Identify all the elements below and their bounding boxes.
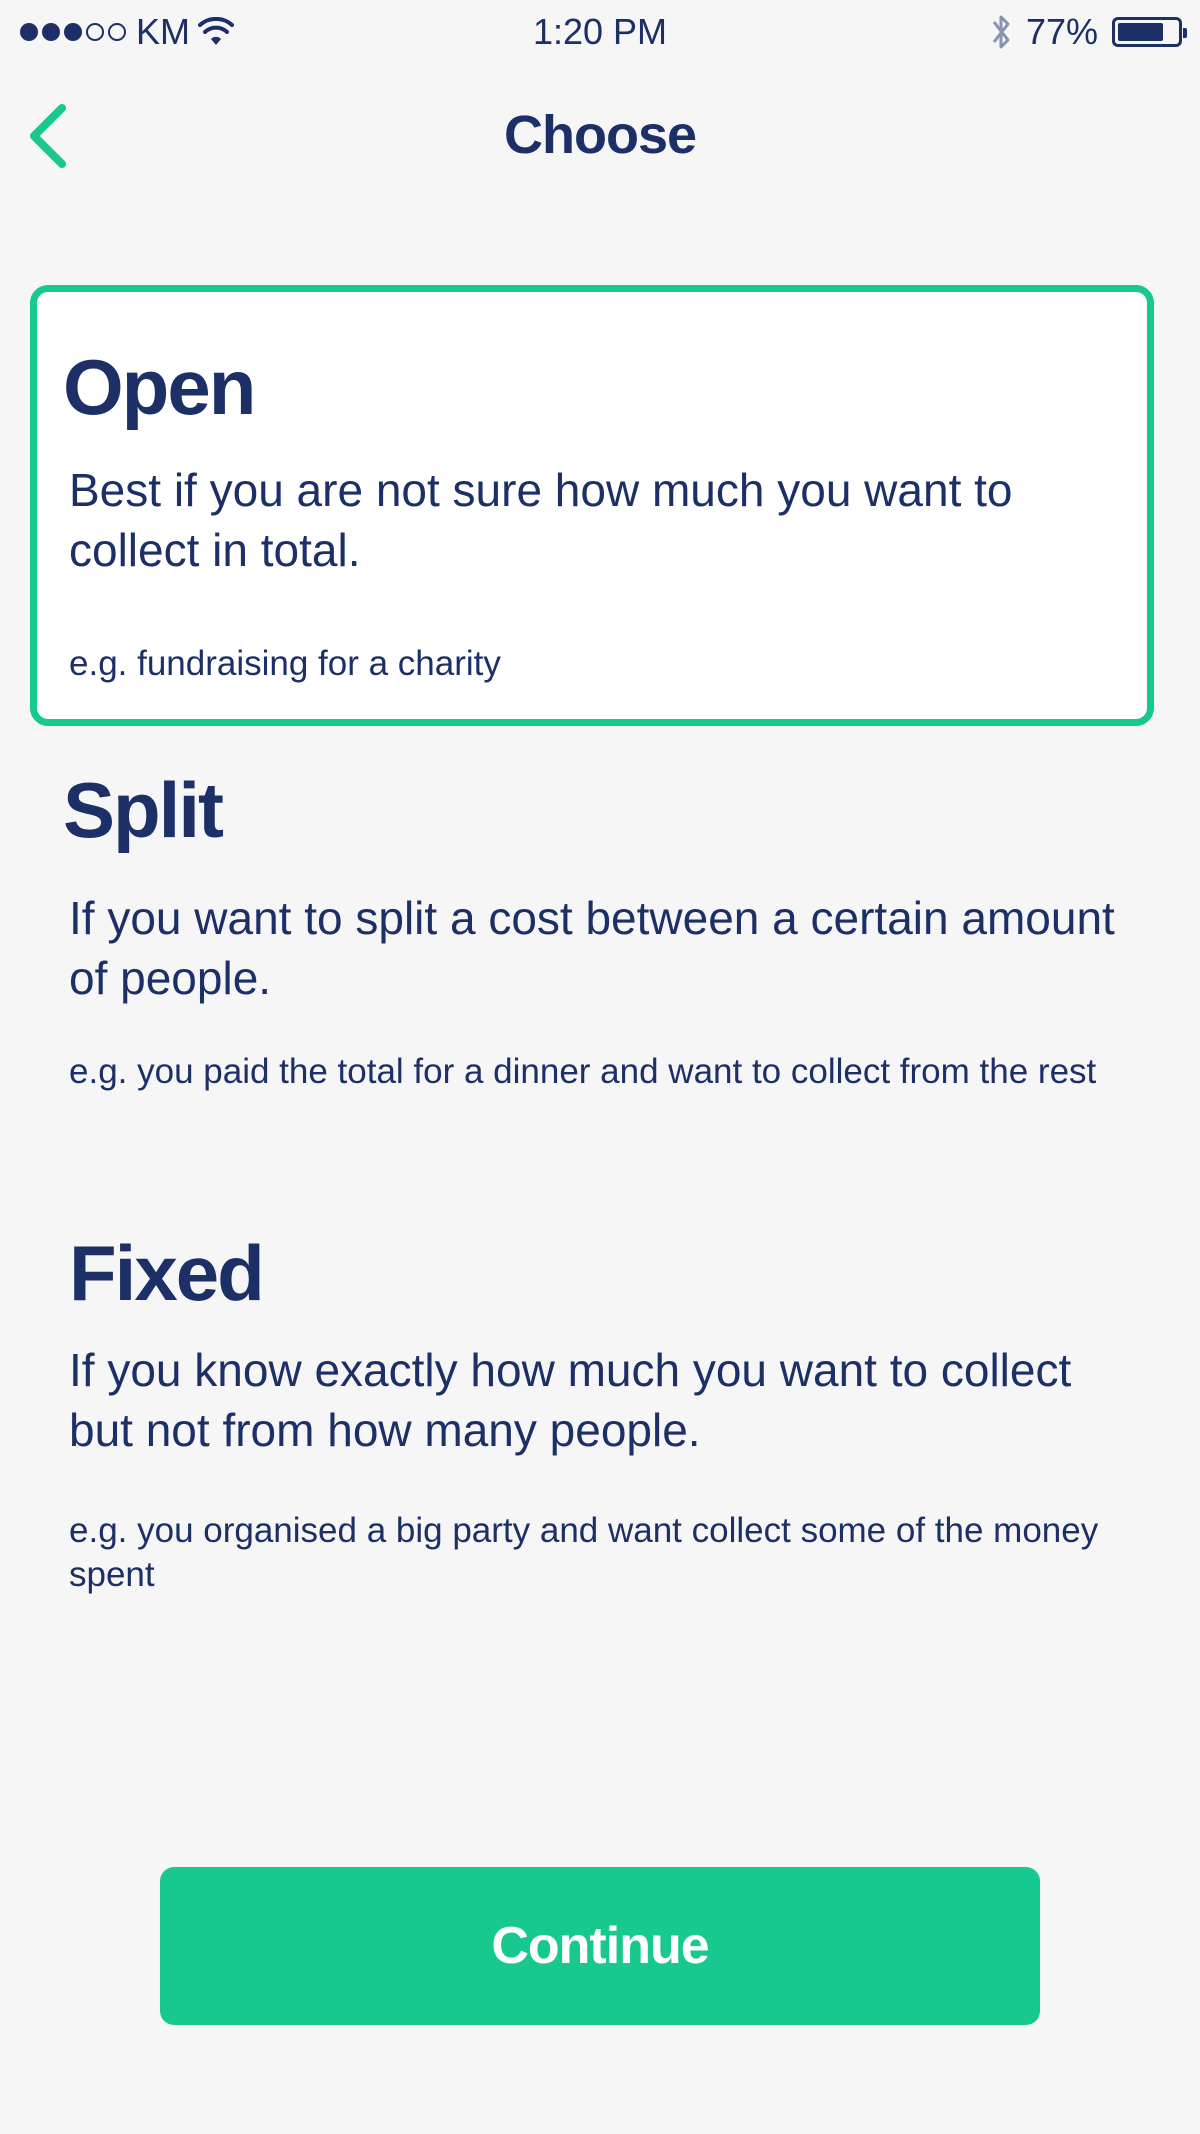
option-card-fixed[interactable]: Fixed If you know exactly how much you w… bbox=[30, 1200, 1154, 1620]
battery-fill bbox=[1118, 23, 1163, 41]
page-title: Choose bbox=[503, 105, 697, 165]
option-example: e.g. you paid the total for a dinner and… bbox=[69, 1052, 1097, 1091]
bluetooth-icon bbox=[992, 15, 1010, 49]
option-example: e.g. you organised a big party and want … bbox=[69, 1511, 1099, 1594]
option-card-split[interactable]: Split If you want to split a cost betwee… bbox=[30, 740, 1154, 1160]
option-description: If you know exactly how much you want to… bbox=[69, 1344, 1072, 1456]
battery-percent: 77% bbox=[1025, 11, 1098, 52]
option-title: Fixed bbox=[69, 1229, 265, 1317]
option-description: If you want to split a cost between a ce… bbox=[69, 892, 1115, 1004]
battery-icon bbox=[1112, 17, 1187, 47]
option-card-open[interactable]: Open Best if you are not sure how much y… bbox=[30, 285, 1154, 726]
option-example: e.g. fundraising for a charity bbox=[69, 644, 501, 683]
option-title: Split bbox=[63, 766, 224, 854]
battery-nub bbox=[1183, 28, 1187, 38]
navigation-bar: Choose bbox=[0, 70, 1200, 200]
option-title: Open bbox=[63, 343, 256, 431]
status-bar: KM 1:20 PM 77% bbox=[0, 0, 1200, 64]
continue-button[interactable]: Continue bbox=[160, 1867, 1040, 2025]
option-description: Best if you are not sure how much you wa… bbox=[69, 464, 1013, 576]
status-right: 77% bbox=[986, 10, 1187, 54]
